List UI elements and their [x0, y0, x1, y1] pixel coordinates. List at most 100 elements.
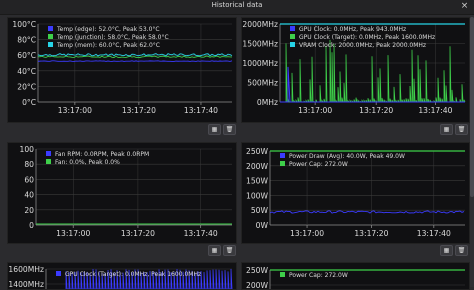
- x-tick-label: 13:17:00: [290, 229, 324, 238]
- temp-delete-button[interactable]: 🗑: [223, 124, 236, 135]
- y-tick-label: 250W: [246, 147, 268, 156]
- grid-settings-icon: ▦: [211, 247, 218, 254]
- y-tick-label: 200W: [246, 162, 268, 171]
- window-title: Historical data: [211, 1, 263, 9]
- y-tick-label: 250W: [246, 266, 268, 275]
- clock-settings-button[interactable]: ▦: [440, 124, 453, 135]
- clock-delete-button[interactable]: 🗑: [455, 124, 468, 135]
- y-tick-label: 0°C: [22, 98, 36, 107]
- x-tick-label: 13:17:40: [184, 106, 218, 115]
- legend-label: Temp (mem): 60.0°C, Peak 62.0°C: [56, 42, 160, 49]
- legend-swatch: [280, 161, 285, 166]
- temp-settings-button[interactable]: ▦: [208, 124, 221, 135]
- temperature-graph: 100°C 80°C 60°C 40°C 20°C 0°C 13:17:00 13:17:20…: [7, 17, 237, 123]
- legend-label: Fan RPM: 0.0RPM, Peak 0.0RPM: [55, 151, 149, 158]
- x-tick-label: 13:17:00: [58, 106, 92, 115]
- y-tick-label: 1600MHz: [8, 265, 44, 274]
- trash-icon: 🗑: [225, 126, 234, 133]
- legend-swatch: [280, 153, 285, 158]
- y-tick-label: 60°C: [17, 51, 36, 60]
- x-tick-label: 13:17:20: [354, 229, 388, 238]
- legend-swatch: [46, 151, 51, 156]
- temp-mem-series: [37, 53, 233, 57]
- power-chart-svg: 250W 200W 150W 100W 50W 0W 13:17:00 13:17:20 13:…: [246, 147, 465, 238]
- y-tick-label: 1500MHz: [242, 40, 278, 49]
- y-tick-label: 0MHz: [257, 98, 278, 107]
- y-tick-label: 50W: [251, 206, 269, 215]
- title-bar: Historical data ×: [0, 0, 474, 15]
- y-tick-label: 100: [20, 145, 35, 154]
- clock-graph: 2000MHz 1500MHz 1000MHz 500MHz 0MHz 13:17:00 1…: [241, 17, 470, 123]
- power-graph: 250W 200W 150W 100W 50W 0W 13:17:00 13:17:20 13:…: [241, 142, 470, 244]
- y-tick-label: 100W: [246, 191, 268, 200]
- y-tick-label: 200W: [246, 281, 268, 289]
- legend-swatch: [48, 26, 53, 31]
- fan-settings-button[interactable]: ▦: [208, 245, 221, 256]
- legend-label: Fan: 0.0%, Peak 0.0%: [55, 159, 120, 166]
- legend-label: Power Draw (Avg): 40.0W, Peak 49.0W: [289, 153, 405, 160]
- x-tick-label: 13:17:40: [418, 106, 452, 115]
- fan-graph: 100 80 60 40 20 0 13:17:00 13:17:20 13:17:40 Fan …: [7, 142, 237, 244]
- legend-label: VRAM Clock: 2000.0MHz, Peak 2000.0MHz: [299, 42, 426, 49]
- power-draw-series: [269, 210, 465, 214]
- clock2-chart-svg: 1600MHz 1400MHz GPU Clock (Target): 0.0MHz…: [8, 265, 233, 289]
- vertical-scrollbar[interactable]: [470, 15, 474, 287]
- legend-swatch: [46, 159, 51, 164]
- grid-settings-icon: ▦: [211, 126, 218, 133]
- grid-settings-icon: ▦: [443, 247, 450, 254]
- trash-icon: 🗑: [225, 247, 234, 254]
- y-tick-label: 40°C: [17, 67, 36, 76]
- y-tick-label: 80°C: [17, 36, 36, 45]
- x-tick-label: 13:17:20: [359, 106, 393, 115]
- legend-swatch: [48, 42, 53, 47]
- y-tick-label: 150W: [246, 177, 268, 186]
- legend-swatch: [56, 271, 61, 276]
- legend-swatch: [290, 42, 295, 47]
- clock-chart-svg: 2000MHz 1500MHz 1000MHz 500MHz 0MHz 13:17:00 1…: [242, 20, 466, 115]
- y-tick-label: 1000MHz: [242, 59, 278, 68]
- x-tick-label: 13:17:20: [122, 106, 156, 115]
- y-tick-label: 60: [24, 175, 34, 184]
- power-delete-button[interactable]: 🗑: [455, 245, 468, 256]
- y-tick-label: 1400MHz: [8, 280, 44, 289]
- y-tick-label: 40: [24, 191, 34, 200]
- x-tick-label: 13:17:00: [298, 106, 332, 115]
- close-icon[interactable]: ×: [459, 1, 470, 12]
- fan-delete-button[interactable]: 🗑: [223, 245, 236, 256]
- x-tick-label: 13:17:20: [121, 229, 155, 238]
- y-tick-label: 20: [24, 206, 34, 215]
- y-tick-label: 0: [29, 221, 34, 230]
- legend-swatch: [290, 34, 295, 39]
- clock-target-graph: 1600MHz 1400MHz GPU Clock (Target): 0.0MHz…: [7, 262, 237, 290]
- legend-label: GPU Clock (Target): 0.0MHz, Peak 1600.0M…: [65, 271, 201, 278]
- legend-label: Temp (edge): 52.0°C, Peak 53.0°C: [56, 26, 160, 33]
- legend-label: Power Cap: 272.0W: [289, 272, 348, 279]
- power-settings-button[interactable]: ▦: [440, 245, 453, 256]
- legend-label: Temp (junction): 58.0°C, Peak 58.0°C: [56, 34, 169, 41]
- grid-settings-icon: ▦: [443, 126, 450, 133]
- x-tick-label: 13:17:40: [184, 229, 218, 238]
- temp-chart-svg: 100°C 80°C 60°C 40°C 20°C 0°C 13:17:00 13:17:20…: [12, 20, 233, 115]
- gpu-clock-target-series: [285, 39, 466, 103]
- scrollbar-thumb[interactable]: [470, 17, 474, 197]
- x-tick-label: 13:17:40: [417, 229, 451, 238]
- power-cap-graph: 250W 200W Power Cap: 272.0W: [241, 262, 470, 290]
- legend-label: Power Cap: 272.0W: [289, 161, 348, 168]
- legend-label: GPU Clock: 0.0MHz, Peak 943.0MHz: [299, 26, 406, 33]
- temp-edge-series: [37, 60, 233, 62]
- y-tick-label: 2000MHz: [242, 20, 278, 29]
- legend-swatch: [290, 26, 295, 31]
- y-tick-label: 100°C: [12, 20, 36, 29]
- legend-swatch: [280, 272, 285, 277]
- fan-chart-svg: 100 80 60 40 20 0 13:17:00 13:17:20 13:17:40 Fan …: [20, 145, 232, 238]
- y-tick-label: 0W: [256, 221, 269, 230]
- y-tick-label: 80: [24, 160, 34, 169]
- y-tick-label: 500MHz: [247, 79, 278, 88]
- legend-label: GPU Clock (Target): 0.0MHz, Peak 1600.0M…: [299, 34, 435, 41]
- trash-icon: 🗑: [457, 126, 466, 133]
- y-tick-label: 20°C: [17, 82, 36, 91]
- legend-swatch: [48, 34, 53, 39]
- trash-icon: 🗑: [457, 247, 466, 254]
- x-tick-label: 13:17:00: [56, 229, 90, 238]
- temp-junction-series: [37, 55, 233, 58]
